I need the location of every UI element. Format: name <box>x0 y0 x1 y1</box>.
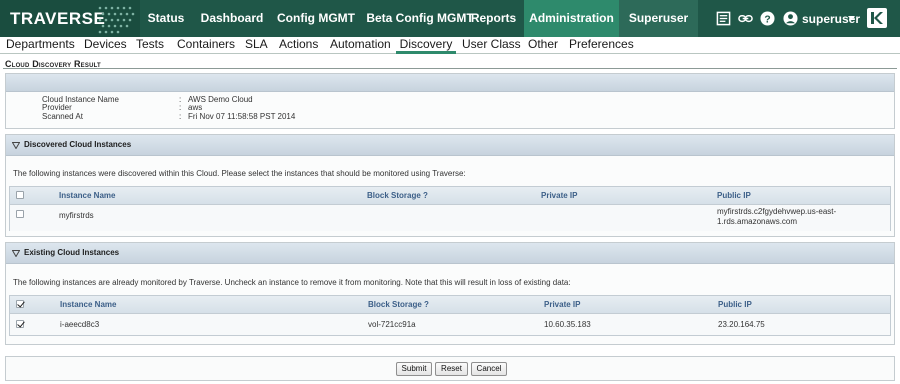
nav-reports[interactable]: Reports <box>468 0 519 37</box>
subnav-tests[interactable]: Tests <box>136 37 164 54</box>
help-icon[interactable]: ? <box>760 11 775 26</box>
col-private-ip[interactable]: Private IP <box>541 191 577 200</box>
subnav-departments[interactable]: Departments <box>6 37 75 54</box>
traverse-logo[interactable]: TRAVERSE <box>0 0 140 37</box>
select-all-checkbox[interactable] <box>16 300 24 308</box>
table-header: Instance Name Block Storage ? Private IP… <box>10 187 890 205</box>
col-instance-name[interactable]: Instance Name <box>60 300 116 309</box>
col-block-storage[interactable]: Block Storage ? <box>367 191 428 200</box>
subnav-devices[interactable]: Devices <box>84 37 127 54</box>
subnav-automation[interactable]: Automation <box>330 37 391 54</box>
logo-text: TRAVERSE <box>10 9 106 28</box>
cell-private-ip: 10.60.35.183 <box>544 320 591 329</box>
table-row[interactable]: i-aeecd8c3 vol-721cc91a 10.60.35.183 23.… <box>10 314 890 335</box>
discovered-instances-table: Instance Name Block Storage ? Private IP… <box>9 186 891 231</box>
summary-sep: : <box>179 103 182 112</box>
summary-sep: : <box>179 112 182 121</box>
summary-label-provider: Provider <box>42 103 72 112</box>
top-nav-bar: TRAVERSE Status Dashboard Config MGMT Be… <box>0 0 900 37</box>
title-divider <box>3 68 897 69</box>
table-header: Instance Name Block Storage ? Private IP… <box>10 296 890 314</box>
cloud-summary-panel <box>5 73 895 129</box>
row-checkbox[interactable] <box>16 210 24 218</box>
submit-button[interactable]: Submit <box>396 362 432 376</box>
cell-public-ip-line1: myfirstrds.c2fgydehvwep.us-east- <box>717 207 837 216</box>
col-block-storage[interactable]: Block Storage ? <box>368 300 429 309</box>
subnav-other[interactable]: Other <box>528 37 558 54</box>
subnav-preferences[interactable]: Preferences <box>569 37 634 54</box>
nav-superuser[interactable]: Superuser <box>619 0 698 37</box>
table-row[interactable]: myfirstrds myfirstrds.c2fgydehvwep.us-ea… <box>10 205 890 231</box>
existing-instances-table: Instance Name Block Storage ? Private IP… <box>9 295 891 336</box>
nav-status[interactable]: Status <box>140 0 192 37</box>
k-brand-icon[interactable] <box>867 8 887 28</box>
notes-icon[interactable] <box>716 11 731 26</box>
summary-panel-header <box>6 74 894 92</box>
existing-description: The following instances are already moni… <box>13 278 571 287</box>
logo-dots-icon <box>98 6 135 34</box>
discovered-description: The following instances were discovered … <box>13 169 466 178</box>
col-public-ip[interactable]: Public IP <box>717 191 751 200</box>
sub-nav-bar: Departments Devices Tests Containers SLA… <box>0 37 900 54</box>
col-public-ip[interactable]: Public IP <box>718 300 752 309</box>
discovered-panel-header[interactable]: Discovered Cloud Instances <box>6 135 894 156</box>
existing-panel-header[interactable]: Existing Cloud Instances <box>6 243 894 264</box>
svg-text:?: ? <box>764 14 770 25</box>
nav-administration[interactable]: Administration <box>524 0 619 37</box>
col-private-ip[interactable]: Private IP <box>544 300 580 309</box>
nav-config-mgmt[interactable]: Config MGMT <box>276 0 356 37</box>
row-checkbox[interactable] <box>16 320 24 328</box>
subnav-sla[interactable]: SLA <box>245 37 268 54</box>
collapse-toggle-icon[interactable] <box>12 250 20 257</box>
subnav-discovery[interactable]: Discovery <box>396 37 456 54</box>
cell-public-ip-line2: 1.rds.amazonaws.com <box>717 217 798 226</box>
subnav-user-class[interactable]: User Class <box>462 37 521 54</box>
summary-label-scanned-at: Scanned At <box>42 112 83 121</box>
reset-button[interactable]: Reset <box>435 362 468 376</box>
summary-value-scanned-at: Fri Nov 07 11:58:58 PST 2014 <box>188 112 296 121</box>
link-icon[interactable] <box>738 11 753 26</box>
nav-beta-config-mgmt[interactable]: Beta Config MGMT <box>364 0 476 37</box>
summary-value-provider: aws <box>188 103 203 112</box>
user-icon[interactable] <box>783 11 798 26</box>
caret-down-icon[interactable] <box>848 16 855 21</box>
cell-public-ip: 23.20.164.75 <box>718 320 765 329</box>
cell-instance-name: myfirstrds <box>59 211 94 220</box>
select-all-checkbox[interactable] <box>16 191 24 199</box>
cell-block-storage: vol-721cc91a <box>368 320 416 329</box>
existing-heading: Existing Cloud Instances <box>24 248 120 257</box>
subnav-actions[interactable]: Actions <box>279 37 318 54</box>
collapse-toggle-icon[interactable] <box>12 142 20 149</box>
cell-instance-name: i-aeecd8c3 <box>60 320 100 329</box>
subnav-containers[interactable]: Containers <box>177 37 235 54</box>
nav-dashboard[interactable]: Dashboard <box>199 0 265 37</box>
col-instance-name[interactable]: Instance Name <box>59 191 115 200</box>
discovered-heading: Discovered Cloud Instances <box>24 140 132 149</box>
cancel-button[interactable]: Cancel <box>471 362 507 376</box>
